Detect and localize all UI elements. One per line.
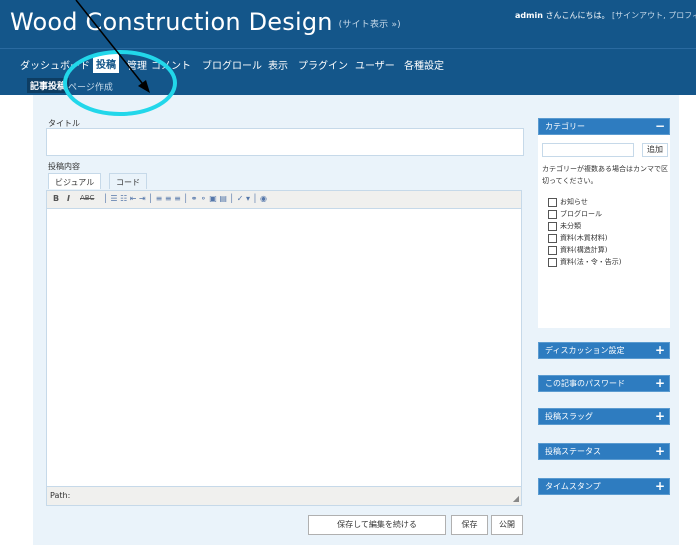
path-label: Path: (50, 491, 71, 500)
status-panel-header[interactable]: 投稿ステータス + (538, 443, 670, 460)
site-title-text: Wood Construction Design (10, 8, 333, 36)
expand-icon[interactable]: + (655, 409, 665, 423)
menu-manage[interactable]: 管理 (127, 57, 147, 72)
user-bar: admin さんこんにちは。 [サインアウト, プロフィ (515, 10, 696, 21)
editor-statusbar: Path: ◢ (47, 486, 521, 505)
view-site-link[interactable]: (サイト表示 ») (339, 20, 401, 30)
submenu-write-page[interactable]: ページ作成 (68, 80, 113, 93)
category-label: ブログロール (560, 210, 602, 218)
menu-settings[interactable]: 各種設定 (404, 57, 444, 72)
editor-text-area[interactable] (47, 209, 521, 487)
category-item[interactable]: 資料(法・令・告示) (548, 256, 621, 268)
checkbox-icon[interactable] (548, 221, 557, 231)
save-button[interactable]: 保存 (451, 515, 488, 535)
menu-plugins[interactable]: プラグイン (298, 57, 348, 72)
category-label: お知らせ (560, 198, 588, 206)
bold-button[interactable]: B (53, 194, 59, 203)
category-label: 未分類 (560, 222, 581, 230)
category-title: カテゴリー (545, 122, 585, 131)
checkbox-icon[interactable] (548, 197, 557, 207)
checkbox-icon[interactable] (548, 257, 557, 267)
category-item[interactable]: 未分類 (548, 220, 621, 232)
category-hint: カテゴリーが複数ある場合はカンマで区切ってください。 (542, 165, 668, 185)
category-label: 資料(法・令・告示) (560, 258, 622, 266)
checkbox-icon[interactable] (548, 209, 557, 219)
panel-title: タイムスタンプ (545, 482, 601, 491)
collapse-icon[interactable]: − (655, 119, 665, 133)
slug-panel-header[interactable]: 投稿スラッグ + (538, 408, 670, 425)
password-panel-header[interactable]: この記事のパスワード + (538, 375, 670, 392)
editor-toolbar: B I ABC │ ☰ ☷ ⇤ ⇥ │ ≡ ≡ ≡ │ ⚭ ⚬ ▣ ▤ │ ✓ … (47, 191, 521, 209)
resize-grip-icon[interactable]: ◢ (513, 494, 519, 503)
category-item[interactable]: 資料(木質材料) (548, 232, 621, 244)
menu-blogroll[interactable]: ブログロール (202, 57, 262, 72)
main-menu: ダッシュボード 投稿 管理 コメント ブログロール 表示 プラグイン ユーザー … (0, 48, 696, 77)
sub-menu: 記事投稿 ページ作成 (0, 77, 696, 95)
greeting-text: さんこんにちは。 (545, 11, 610, 20)
site-title: Wood Construction Design (サイト表示 ») (10, 8, 401, 36)
tab-visual[interactable]: ビジュアル (48, 173, 102, 189)
category-label: 資料(木質材料) (560, 234, 608, 242)
italic-button[interactable]: I (67, 194, 70, 203)
panel-title: 投稿スラッグ (545, 412, 593, 421)
panel-title: ディスカッション設定 (545, 346, 625, 355)
tab-code[interactable]: コード (109, 173, 147, 189)
menu-posts[interactable]: 投稿 (93, 54, 119, 73)
menu-users[interactable]: ユーザー (355, 57, 395, 72)
menu-dashboard[interactable]: ダッシュボード (20, 57, 90, 72)
timestamp-panel-header[interactable]: タイムスタンプ + (538, 478, 670, 495)
discussion-panel-header[interactable]: ディスカッション設定 + (538, 342, 670, 359)
strikethrough-button[interactable]: ABC (80, 194, 94, 202)
content-label: 投稿内容 (48, 162, 80, 171)
panel-title: 投稿ステータス (545, 447, 601, 456)
checkbox-icon[interactable] (548, 245, 557, 255)
publish-button[interactable]: 公開 (491, 515, 523, 535)
category-header[interactable]: カテゴリー − (538, 118, 670, 135)
category-item[interactable]: 資料(構造計算) (548, 244, 621, 256)
toolbar-format-buttons[interactable]: │ ☰ ☷ ⇤ ⇥ │ ≡ ≡ ≡ │ ⚭ ⚬ ▣ ▤ │ ✓ ▾ │ ◉ (103, 194, 267, 203)
expand-icon[interactable]: + (655, 444, 665, 458)
menu-presentation[interactable]: 表示 (268, 57, 288, 72)
new-category-input[interactable] (542, 143, 634, 157)
user-links[interactable]: [サインアウト, プロフィ (612, 11, 696, 20)
panel-title: この記事のパスワード (545, 379, 625, 388)
category-item[interactable]: お知らせ (548, 196, 621, 208)
add-category-button[interactable]: 追加 (642, 143, 668, 157)
user-name[interactable]: admin (515, 11, 543, 20)
expand-icon[interactable]: + (655, 376, 665, 390)
category-item[interactable]: ブログロール (548, 208, 621, 220)
submenu-write-post[interactable]: 記事投稿 (27, 78, 70, 93)
post-editor: B I ABC │ ☰ ☷ ⇤ ⇥ │ ≡ ≡ ≡ │ ⚭ ⚬ ▣ ▤ │ ✓ … (46, 190, 522, 506)
menu-comments[interactable]: コメント (151, 57, 191, 72)
category-label: 資料(構造計算) (560, 246, 608, 254)
expand-icon[interactable]: + (655, 479, 665, 493)
category-list: お知らせ ブログロール 未分類 資料(木質材料) 資料(構造計算) 資料(法・令… (548, 196, 621, 268)
admin-header: Wood Construction Design (サイト表示 ») admin … (0, 0, 696, 48)
title-input[interactable] (46, 128, 524, 156)
expand-icon[interactable]: + (655, 343, 665, 357)
save-continue-button[interactable]: 保存して編集を続ける (308, 515, 446, 535)
checkbox-icon[interactable] (548, 233, 557, 243)
